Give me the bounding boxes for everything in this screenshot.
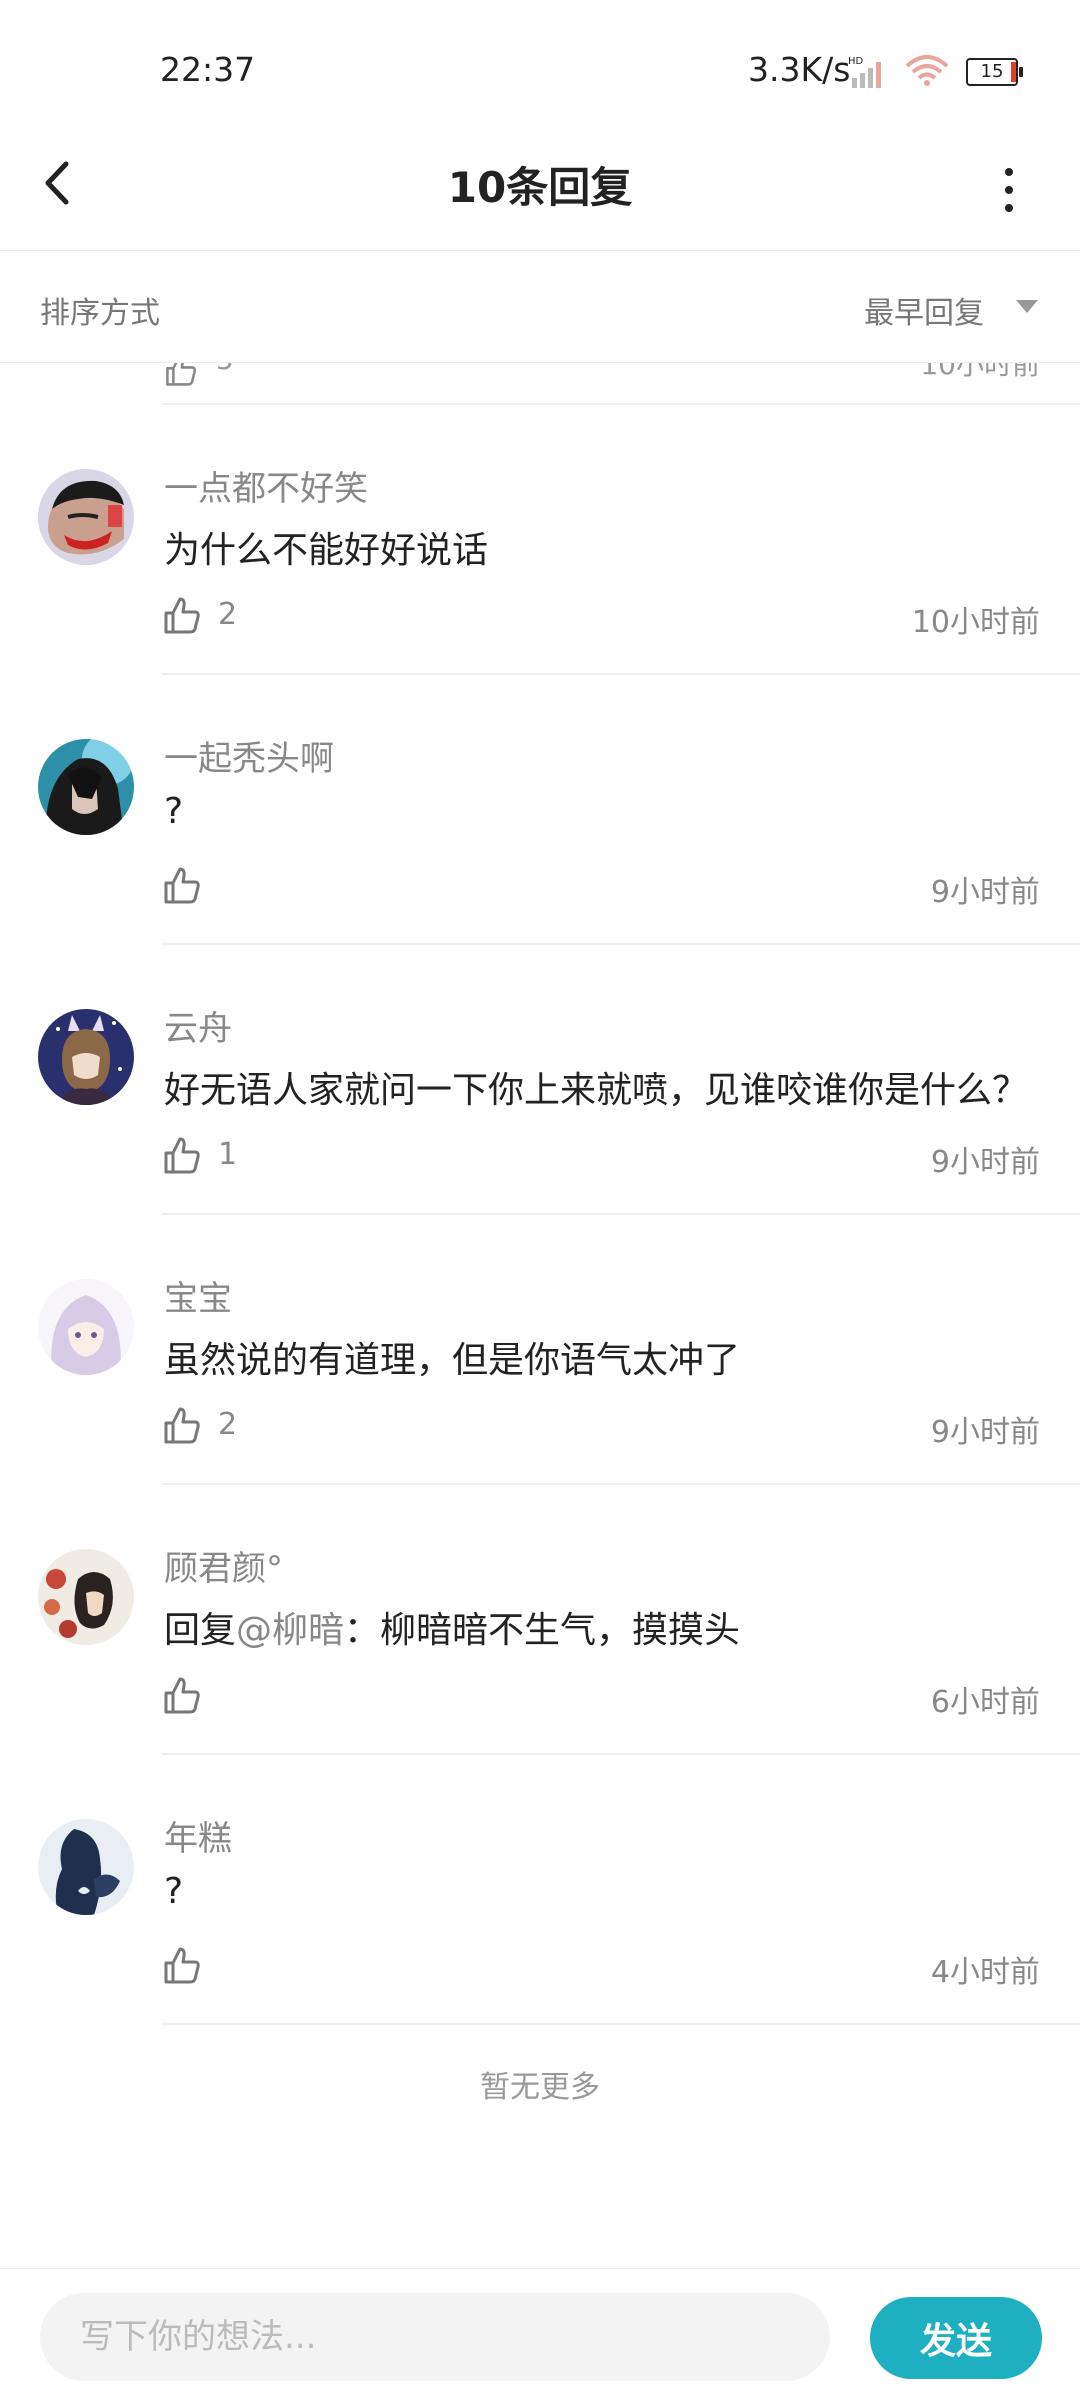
reply-time: 9小时前	[930, 1415, 1040, 1450]
sort-dropdown[interactable]: 最早回复	[864, 288, 984, 332]
send-button[interactable]: 发送	[870, 2297, 1042, 2379]
thumbs-up-icon[interactable]	[162, 865, 202, 905]
avatar[interactable]	[38, 1279, 134, 1375]
thumbs-up-icon[interactable]	[162, 1675, 202, 1715]
thumbs-up-icon[interactable]	[162, 1135, 202, 1175]
more-options-icon[interactable]	[994, 160, 1024, 220]
thumbs-up-icon[interactable]	[162, 1405, 202, 1445]
divider	[162, 2023, 1080, 2025]
header: 10条回复	[0, 120, 1080, 251]
reply-time: 9小时前	[930, 875, 1040, 910]
reply-composer: 发送	[0, 2268, 1080, 2401]
wifi-icon	[905, 55, 949, 86]
sort-bar: 排序方式 最早回复	[0, 250, 1080, 363]
username[interactable]: 顾君颜°	[164, 1541, 283, 1590]
avatar[interactable]	[38, 1549, 134, 1645]
battery-level: 15	[980, 61, 1004, 82]
username[interactable]: 一起秃头啊	[164, 731, 334, 780]
reply-item[interactable]: 一起秃头啊 ? 9小时前	[0, 675, 1080, 945]
like-count: 2	[218, 1407, 238, 1442]
caret-down-icon[interactable]	[1016, 300, 1038, 314]
reply-content: ?	[164, 791, 184, 832]
reply-time: 6小时前	[930, 1685, 1040, 1720]
reply-item[interactable]: 云舟 好无语人家就问一下你上来就喷，见谁咬谁你是什么？ 1 9小时前	[0, 945, 1080, 1215]
thumbs-up-icon[interactable]	[164, 363, 198, 387]
reply-time: 10小时前	[911, 605, 1040, 640]
like-count: 5	[216, 363, 234, 376]
no-more-text: 暂无更多	[480, 2070, 600, 2105]
partial-reply: 5 10小时前	[0, 363, 1080, 405]
mention-link[interactable]: @柳暗	[236, 1610, 344, 1651]
reply-content: 回复@柳暗：柳暗暗不生气，摸摸头	[164, 1601, 740, 1653]
reply-item[interactable]: 一点都不好笑 为什么不能好好说话 2 10小时前	[0, 405, 1080, 675]
username[interactable]: 年糕	[164, 1811, 232, 1860]
reply-item[interactable]: 宝宝 虽然说的有道理，但是你语气太冲了 2 9小时前	[0, 1215, 1080, 1485]
svg-text:HD: HD	[848, 56, 864, 67]
username[interactable]: 宝宝	[164, 1271, 232, 1320]
avatar[interactable]	[38, 1819, 134, 1915]
reply-content: 为什么不能好好说话	[164, 530, 489, 571]
reply-content: 虽然说的有道理，但是你语气太冲了	[164, 1340, 741, 1381]
status-time: 22:37	[160, 50, 256, 89]
thumbs-up-icon[interactable]	[162, 595, 202, 635]
reply-item[interactable]: 顾君颜° 回复@柳暗：柳暗暗不生气，摸摸头 6小时前	[0, 1485, 1080, 1755]
reply-input[interactable]	[40, 2293, 830, 2381]
avatar[interactable]	[38, 1009, 134, 1105]
battery-icon: 15	[966, 58, 1023, 86]
like-count: 1	[218, 1137, 238, 1172]
reply-time: 4小时前	[930, 1955, 1040, 1990]
reply-item[interactable]: 年糕 ? 4小时前	[0, 1755, 1080, 2025]
reply-prefix: 回复	[164, 1610, 237, 1651]
reply-content: ?	[164, 1871, 184, 1912]
signal-hd-icon: HD	[848, 56, 881, 88]
username[interactable]: 一点都不好笑	[164, 461, 368, 510]
reply-time: 9小时前	[930, 1145, 1040, 1180]
username[interactable]: 云舟	[164, 1001, 232, 1050]
reply-content: 好无语人家就问一下你上来就喷，见谁咬谁你是什么？	[164, 1070, 1029, 1111]
like-count: 2	[218, 597, 238, 632]
reply-time: 10小时前	[920, 363, 1040, 381]
page-title: 10条回复	[447, 163, 633, 212]
sort-label: 排序方式	[40, 296, 160, 331]
status-bar: 22:37 3.3K/s HD 15	[0, 0, 1080, 140]
avatar[interactable]	[38, 469, 134, 565]
reply-list: 一点都不好笑 为什么不能好好说话 2 10小时前 一起秃头啊 ? 9小时前 云舟…	[0, 405, 1080, 2025]
reply-text: ：柳暗暗不生气，摸摸头	[344, 1610, 741, 1651]
thumbs-up-icon[interactable]	[162, 1945, 202, 1985]
network-speed: 3.3K/s	[748, 50, 851, 89]
avatar[interactable]	[38, 739, 134, 835]
